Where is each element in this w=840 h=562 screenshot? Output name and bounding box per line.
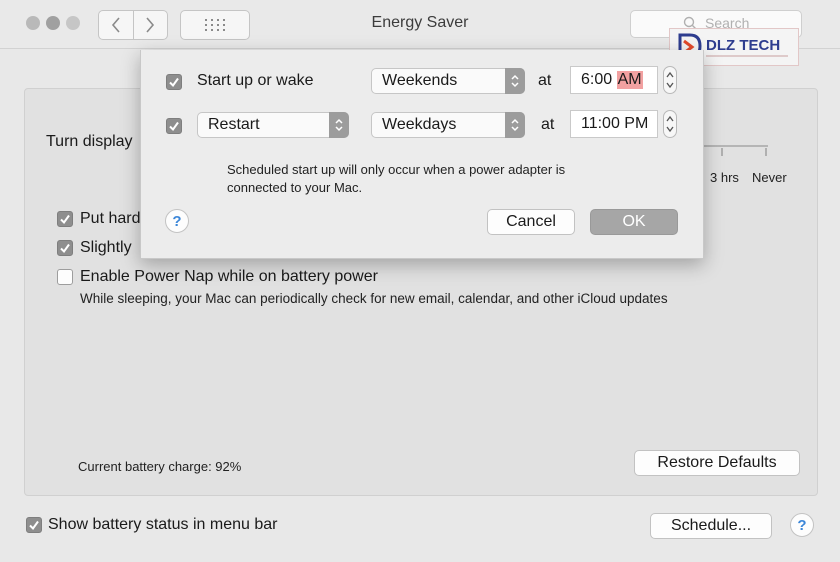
chevron-left-icon	[111, 17, 120, 33]
nav-buttons	[98, 10, 168, 40]
action-days-popup[interactable]: Weekdays	[371, 112, 525, 138]
startup-ampm-value: AM	[616, 71, 643, 89]
action-time-value: 11:00 PM	[581, 115, 649, 132]
show-all-button[interactable]	[180, 10, 250, 40]
startup-label: Start up or wake	[197, 72, 314, 89]
checkmark-icon	[169, 121, 179, 132]
checkmark-icon	[60, 243, 70, 254]
action-checkbox[interactable]	[166, 118, 182, 134]
checkmark-icon	[169, 77, 179, 88]
startup-time-field[interactable]: 6:00 AM	[570, 66, 658, 94]
stepper-arrows-icon	[666, 115, 674, 133]
popup-arrows-icon	[329, 112, 349, 138]
startup-time-value: 6:00	[581, 71, 613, 88]
schedule-note-line2: connected to your Mac.	[227, 180, 363, 195]
schedule-sheet: Start up or wake Weekends at 6:00 AM Res…	[140, 50, 704, 259]
slightly-dim-label: Slightly	[80, 239, 132, 256]
close-window-button[interactable]	[26, 16, 40, 30]
power-nap-checkbox[interactable]	[57, 269, 73, 285]
put-hard-disks-label: Put hard	[80, 210, 141, 227]
startup-at-label: at	[538, 72, 552, 89]
power-nap-label: Enable Power Nap while on battery power	[80, 268, 378, 285]
ok-button[interactable]: OK	[590, 209, 678, 235]
back-button[interactable]	[99, 11, 133, 39]
slider-label-never: Never	[752, 170, 787, 185]
checkmark-icon	[60, 214, 70, 225]
power-nap-description: While sleeping, your Mac can periodicall…	[80, 291, 668, 306]
show-battery-status-checkbox[interactable]	[26, 517, 42, 533]
grid-icon	[205, 19, 225, 31]
stepper-arrows-icon	[666, 71, 674, 89]
startup-time-stepper[interactable]	[663, 66, 677, 94]
cancel-button[interactable]: Cancel	[487, 209, 575, 235]
window-title: Energy Saver	[371, 14, 469, 31]
schedule-note-line1: Scheduled start up will only occur when …	[227, 162, 566, 177]
zoom-window-button[interactable]	[66, 16, 80, 30]
startup-days-popup[interactable]: Weekends	[371, 68, 525, 94]
turn-display-label: Turn display	[46, 133, 133, 150]
startup-days-value: Weekends	[382, 72, 458, 89]
battery-charge-text: Current battery charge: 92%	[78, 459, 242, 474]
restore-defaults-button[interactable]: Restore Defaults	[634, 450, 800, 476]
help-icon[interactable]: ?	[790, 513, 814, 537]
display-sleep-slider-track[interactable]	[700, 140, 780, 160]
schedule-button[interactable]: Schedule...	[650, 513, 772, 539]
action-time-field[interactable]: 11:00 PM	[570, 110, 658, 138]
action-days-value: Weekdays	[382, 116, 457, 133]
slightly-dim-checkbox[interactable]	[57, 240, 73, 256]
chevron-right-icon	[146, 17, 155, 33]
minimize-window-button[interactable]	[46, 16, 60, 30]
slider-label-3hrs: 3 hrs	[710, 170, 739, 185]
popup-arrows-icon	[505, 112, 525, 138]
action-popup[interactable]: Restart	[197, 112, 349, 138]
checkmark-icon	[29, 520, 39, 531]
put-hard-disks-checkbox[interactable]	[57, 211, 73, 227]
startup-checkbox[interactable]	[166, 74, 182, 90]
sheet-help-icon[interactable]: ?	[165, 209, 189, 233]
show-battery-status-label: Show battery status in menu bar	[48, 516, 278, 533]
action-value: Restart	[208, 116, 260, 133]
watermark-text: DLZ TECH	[706, 37, 780, 54]
forward-button[interactable]	[132, 11, 168, 39]
action-at-label: at	[541, 116, 555, 133]
action-time-stepper[interactable]	[663, 110, 677, 138]
popup-arrows-icon	[505, 68, 525, 94]
